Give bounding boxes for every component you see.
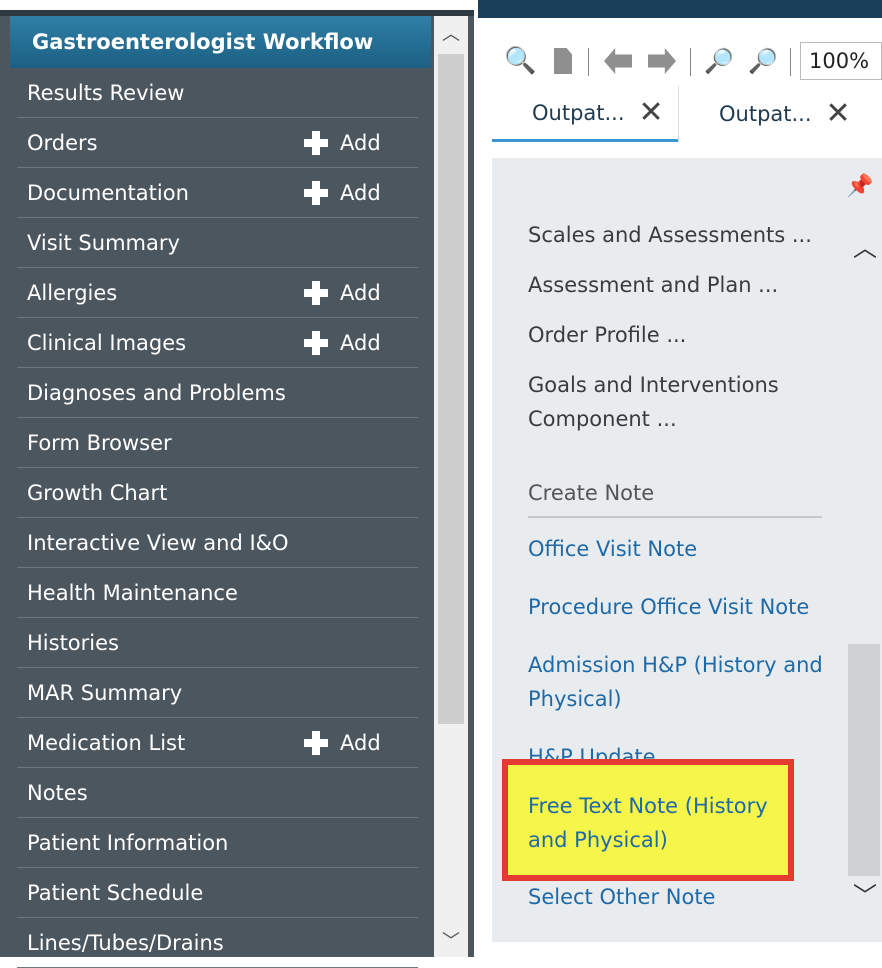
nav-item-label: Patient Information (27, 831, 229, 855)
nav-item-mar-summary[interactable]: MAR Summary (17, 668, 418, 718)
plus-icon (304, 731, 328, 755)
add-label: Add (340, 731, 381, 755)
documentation-add-button[interactable]: Add (304, 168, 381, 218)
nav-item-clinical-images[interactable]: Clinical Images Add (17, 318, 418, 368)
nav-item-diagnoses-problems[interactable]: Diagnoses and Problems (17, 368, 418, 418)
plus-icon (304, 131, 328, 155)
nav-item-allergies[interactable]: Allergies Add (17, 268, 418, 318)
close-icon[interactable]: ✕ (639, 97, 664, 128)
nav-item-label: Health Maintenance (27, 581, 238, 605)
nav-item-patient-information[interactable]: Patient Information (17, 818, 418, 868)
nav-item-label: Lines/Tubes/Drains (27, 931, 224, 955)
nav-item-label: Clinical Images (27, 331, 187, 355)
nav-list: Results Review Orders Add Documentation … (17, 68, 418, 968)
note-panel: 🔍 🔎 🔎 100% Outpat... ✕ Outpat... ✕ 📌 Sca… (478, 0, 882, 957)
chevron-down-icon[interactable]: ﹀ (852, 876, 878, 926)
section-assessment-plan[interactable]: Assessment and Plan ... (528, 268, 828, 302)
nav-item-label: Interactive View and I&O (27, 531, 289, 555)
toolbar-divider (588, 48, 589, 76)
nav-item-label: MAR Summary (27, 681, 183, 705)
pin-icon[interactable]: 📌 (846, 174, 873, 199)
zoom-in-icon[interactable]: 🔎 (748, 46, 778, 76)
previous-arrow-icon[interactable] (604, 48, 632, 74)
panel-top-bar (478, 0, 882, 18)
chevron-up-icon[interactable]: ︿ (434, 20, 468, 50)
nav-top-strip (0, 0, 474, 16)
allergies-add-button[interactable]: Add (304, 268, 381, 318)
nav-item-label: Notes (27, 781, 88, 805)
select-other-note-link[interactable]: Select Other Note (528, 880, 715, 914)
section-goals-interventions[interactable]: Goals and Interventions Component ... (528, 368, 828, 436)
nav-item-medication-list[interactable]: Medication List Add (17, 718, 418, 768)
admission-hp-link[interactable]: Admission H&P (History and Physical) (528, 648, 828, 716)
workflow-nav-panel: Gastroenterologist Workflow Results Revi… (0, 0, 474, 968)
nav-item-label: Form Browser (27, 431, 172, 455)
close-icon[interactable]: ✕ (826, 99, 851, 129)
tab-bar: Outpat... ✕ Outpat... ✕ (492, 86, 882, 144)
plus-icon (304, 181, 328, 205)
nav-item-label: Diagnoses and Problems (27, 381, 286, 405)
orders-add-button[interactable]: Add (304, 118, 381, 168)
content-scrollbar-thumb[interactable] (848, 644, 880, 876)
chevron-down-icon[interactable]: ﹀ (434, 927, 468, 957)
nav-item-histories[interactable]: Histories (17, 618, 418, 668)
add-label: Add (340, 331, 381, 355)
tab-label: Outpat... (532, 100, 625, 125)
toolbar-divider (690, 48, 691, 76)
nav-item-notes[interactable]: Notes (17, 768, 418, 818)
nav-item-form-browser[interactable]: Form Browser (17, 418, 418, 468)
plus-icon (304, 281, 328, 305)
section-order-profile[interactable]: Order Profile ... (528, 318, 828, 352)
medication-list-add-button[interactable]: Add (304, 718, 381, 768)
nav-item-visit-summary[interactable]: Visit Summary (17, 218, 418, 268)
nav-item-label: Medication List (27, 731, 186, 755)
toolbar: 🔍 🔎 🔎 100% (478, 40, 882, 84)
nav-item-label: Growth Chart (27, 481, 168, 505)
nav-item-interactive-view[interactable]: Interactive View and I&O (17, 518, 418, 568)
nav-scrollbar[interactable]: ︿ ﹀ (434, 16, 468, 957)
free-text-note-link[interactable]: Free Text Note (History and Physical) (528, 789, 788, 857)
tab-outpatient-1[interactable]: Outpat... ✕ (492, 86, 678, 142)
nav-item-label: Results Review (27, 81, 185, 105)
nav-scrollbar-thumb[interactable] (438, 54, 464, 724)
create-note-heading: Create Note (528, 476, 822, 518)
add-label: Add (340, 281, 381, 305)
nav-item-label: Allergies (27, 281, 118, 305)
nav-item-label: Documentation (27, 181, 189, 205)
office-visit-note-link[interactable]: Office Visit Note (528, 532, 828, 566)
add-label: Add (340, 181, 381, 205)
tab-outpatient-2[interactable]: Outpat... ✕ (679, 86, 879, 142)
next-arrow-icon[interactable] (648, 48, 676, 74)
nav-item-label: Histories (27, 631, 119, 655)
nav-item-orders[interactable]: Orders Add (17, 118, 418, 168)
document-icon[interactable] (554, 48, 572, 74)
nav-item-growth-chart[interactable]: Growth Chart (17, 468, 418, 518)
nav-item-lines-tubes-drains[interactable]: Lines/Tubes/Drains (17, 918, 418, 968)
add-label: Add (340, 131, 381, 155)
chevron-up-icon[interactable]: ︿ (852, 228, 878, 278)
toolbar-divider (790, 48, 791, 76)
clinical-images-add-button[interactable]: Add (304, 318, 381, 368)
nav-header[interactable]: Gastroenterologist Workflow (10, 16, 431, 68)
zoom-level-select[interactable]: 100% (800, 42, 882, 80)
plus-icon (304, 331, 328, 355)
nav-item-patient-schedule[interactable]: Patient Schedule (17, 868, 418, 918)
free-text-note-highlight[interactable]: Free Text Note (History and Physical) (502, 759, 794, 881)
section-scales-assessments[interactable]: Scales and Assessments ... (528, 218, 828, 252)
tab-label: Outpat... (719, 102, 812, 126)
procedure-office-visit-note-link[interactable]: Procedure Office Visit Note (528, 590, 828, 624)
zoom-out-icon[interactable]: 🔎 (704, 46, 734, 76)
binoculars-find-icon[interactable]: 🔍 (504, 46, 536, 76)
nav-item-results-review[interactable]: Results Review (17, 68, 418, 118)
nav-item-label: Orders (27, 131, 98, 155)
nav-item-label: Visit Summary (27, 231, 180, 255)
note-menu-content: 📌 Scales and Assessments ... Assessment … (492, 158, 882, 942)
nav-item-documentation[interactable]: Documentation Add (17, 168, 418, 218)
nav-item-label: Patient Schedule (27, 881, 204, 905)
section-menu: Scales and Assessments ... Assessment an… (528, 218, 828, 798)
content-scrollbar[interactable]: ︿ ﹀ (848, 228, 882, 942)
nav-item-health-maintenance[interactable]: Health Maintenance (17, 568, 418, 618)
